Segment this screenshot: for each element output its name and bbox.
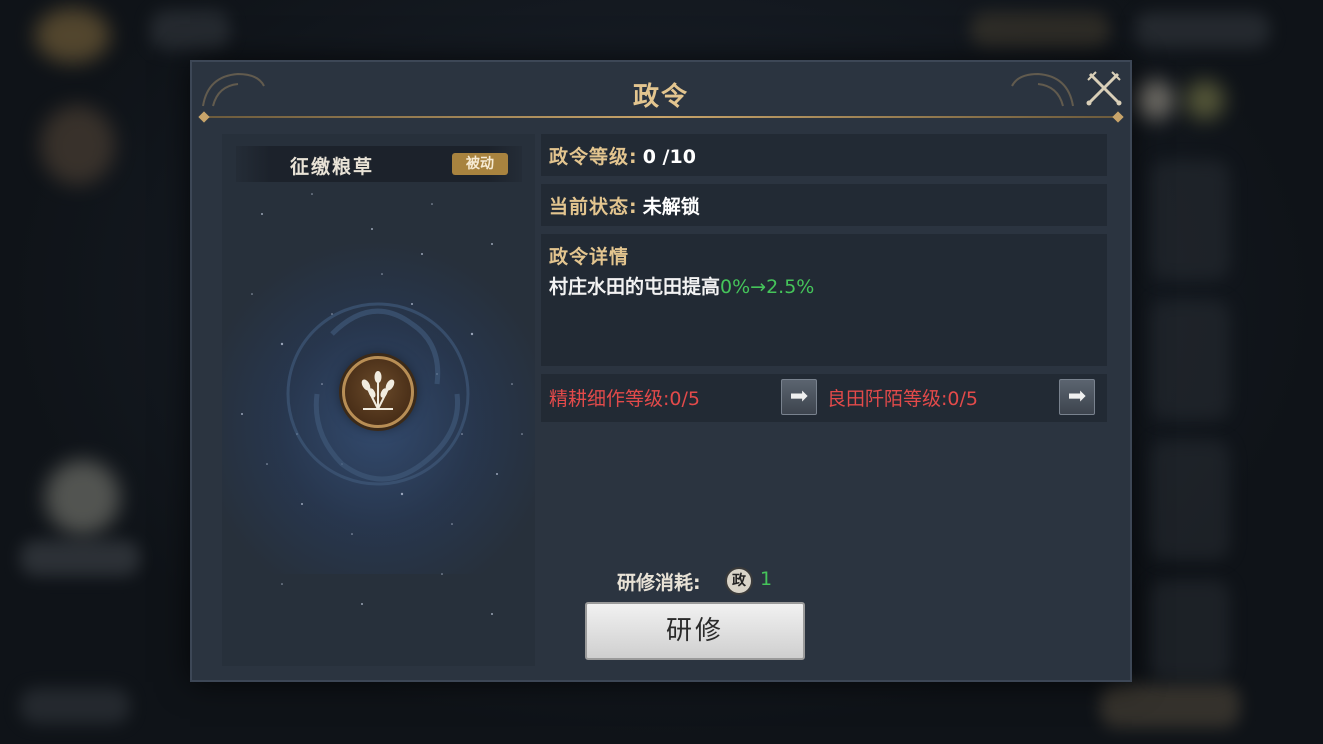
title-divider — [204, 116, 1118, 118]
requirement-goto-button[interactable]: ➡ — [781, 379, 817, 415]
requirement-text: 良田阡陌等级:0/5 — [827, 388, 978, 410]
bg-button-blur — [1135, 12, 1270, 48]
skill-preview-panel: 征缴粮草 被动 — [222, 134, 535, 666]
bg-icon-blur — [1135, 80, 1175, 120]
bg-label-blur — [20, 540, 140, 576]
bg-button-blur — [150, 10, 230, 50]
study-button[interactable]: 研修 — [585, 602, 805, 660]
cost-value: 1 — [760, 568, 773, 590]
details-panel: 政令详情 村庄水田的屯田提高0%→2.5% — [541, 234, 1107, 366]
bg-card-blur — [1150, 160, 1230, 280]
bg-avatar-blur — [35, 8, 110, 63]
status-label: 当前状态: — [549, 196, 638, 218]
bg-button-blur — [1100, 684, 1240, 728]
bg-avatar-blur — [40, 105, 115, 185]
bg-card-blur — [1150, 580, 1230, 680]
wheat-icon — [361, 371, 395, 410]
bg-button-blur — [20, 688, 130, 724]
status-value: 未解锁 — [642, 196, 700, 218]
details-change-value: 0%→2.5% — [720, 276, 815, 298]
policy-dialog: 政令 征缴粮草 被动 政令等级: 0 /10 当前状态: 未解锁 政令详情 村庄… — [190, 60, 1132, 682]
policy-token-icon: 政 — [725, 567, 753, 595]
bg-icon-blur — [1185, 80, 1225, 120]
bg-avatar-blur — [45, 460, 120, 535]
requirements-row: 精耕细作等级:0/5 ➡ 良田阡陌等级:0/5 ➡ — [541, 374, 1107, 422]
skill-icon-button[interactable] — [342, 356, 414, 428]
details-title: 政令详情 — [549, 246, 630, 268]
skill-name: 征缴粮草 — [290, 156, 375, 178]
cost-label: 研修消耗: — [617, 572, 701, 594]
bg-card-blur — [1150, 440, 1230, 560]
title-bar: 政令 — [192, 62, 1130, 120]
level-row: 政令等级: 0 /10 — [541, 134, 1107, 176]
requirement-text: 精耕细作等级:0/5 — [549, 388, 700, 410]
skill-header: 征缴粮草 被动 — [236, 146, 522, 182]
arrow-right-icon: ➡ — [789, 384, 809, 409]
level-max: /10 — [655, 146, 696, 168]
dialog-title: 政令 — [632, 82, 689, 112]
status-row: 当前状态: 未解锁 — [541, 184, 1107, 226]
bg-button-blur — [970, 12, 1110, 48]
passive-badge: 被动 — [452, 153, 508, 175]
level-current: 0 — [642, 146, 656, 168]
bg-card-blur — [1150, 300, 1230, 420]
crossed-swords-icon — [1086, 71, 1122, 106]
arrow-right-icon: ➡ — [1067, 384, 1087, 409]
close-button[interactable] — [1084, 68, 1124, 108]
level-label: 政令等级: — [549, 146, 638, 168]
requirement-goto-button[interactable]: ➡ — [1059, 379, 1095, 415]
details-desc-text: 村庄水田的屯田提高 — [549, 276, 721, 298]
details-description: 村庄水田的屯田提高0%→2.5% — [549, 272, 814, 299]
